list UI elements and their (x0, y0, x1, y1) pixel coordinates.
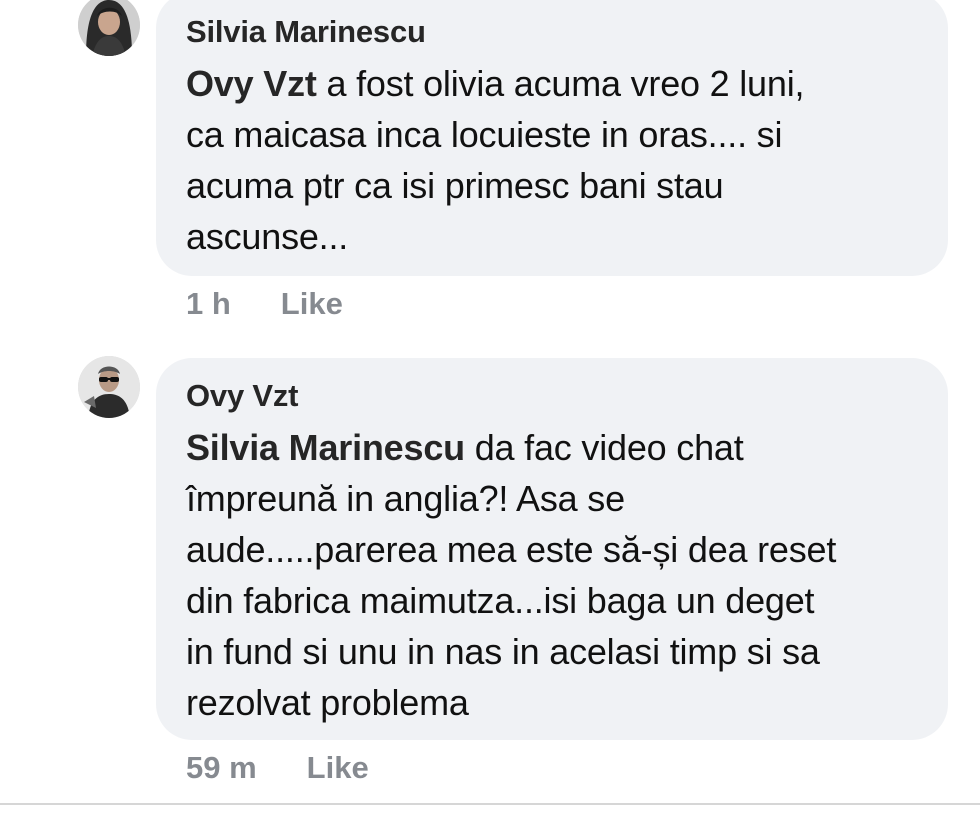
comment-line: rezolvat problema (186, 682, 469, 723)
comment-thread: Silvia Marinescu Ovy Vzt a fost olivia a… (0, 0, 980, 826)
comment-bubble: Ovy Vzt Silvia Marinescu da fac video ch… (156, 358, 948, 740)
comment-line: acuma ptr ca isi primesc bani stau (186, 165, 724, 206)
like-button[interactable]: Like (281, 286, 343, 322)
comment-timestamp[interactable]: 1 h (186, 286, 231, 322)
comment-line: împreună in anglia?! Asa se (186, 478, 625, 519)
comment-line: aude.....parerea mea este să-și dea rese… (186, 529, 837, 570)
comment-meta: 59 m Like (186, 750, 369, 786)
user-avatar-woman-icon (78, 0, 140, 56)
comment-line: din fabrica maimutza...isi baga un deget (186, 580, 815, 621)
comment-timestamp[interactable]: 59 m (186, 750, 257, 786)
comment-bubble: Silvia Marinescu Ovy Vzt a fost olivia a… (156, 0, 948, 276)
like-button[interactable]: Like (307, 750, 369, 786)
avatar[interactable] (78, 0, 140, 56)
mention-link[interactable]: Ovy Vzt (186, 63, 317, 104)
comment-line: ca maicasa inca locuieste in oras.... si (186, 114, 783, 155)
divider (0, 803, 980, 805)
comment-line: in fund si unu in nas in acelasi timp si… (186, 631, 820, 672)
comment-line: ascunse... (186, 216, 349, 257)
user-avatar-man-sunglasses-icon (78, 356, 140, 418)
comment-line: a fost olivia acuma vreo 2 luni, (316, 63, 805, 104)
comment-line: da fac video chat (464, 427, 744, 468)
comment-author[interactable]: Silvia Marinescu (186, 14, 918, 50)
comment-meta: 1 h Like (186, 286, 343, 322)
comment-text: Silvia Marinescu da fac video chat împre… (186, 422, 918, 728)
comment-author[interactable]: Ovy Vzt (186, 378, 918, 414)
mention-link[interactable]: Silvia Marinescu (186, 427, 465, 468)
avatar[interactable] (78, 356, 140, 418)
comment-text: Ovy Vzt a fost olivia acuma vreo 2 luni,… (186, 58, 918, 262)
